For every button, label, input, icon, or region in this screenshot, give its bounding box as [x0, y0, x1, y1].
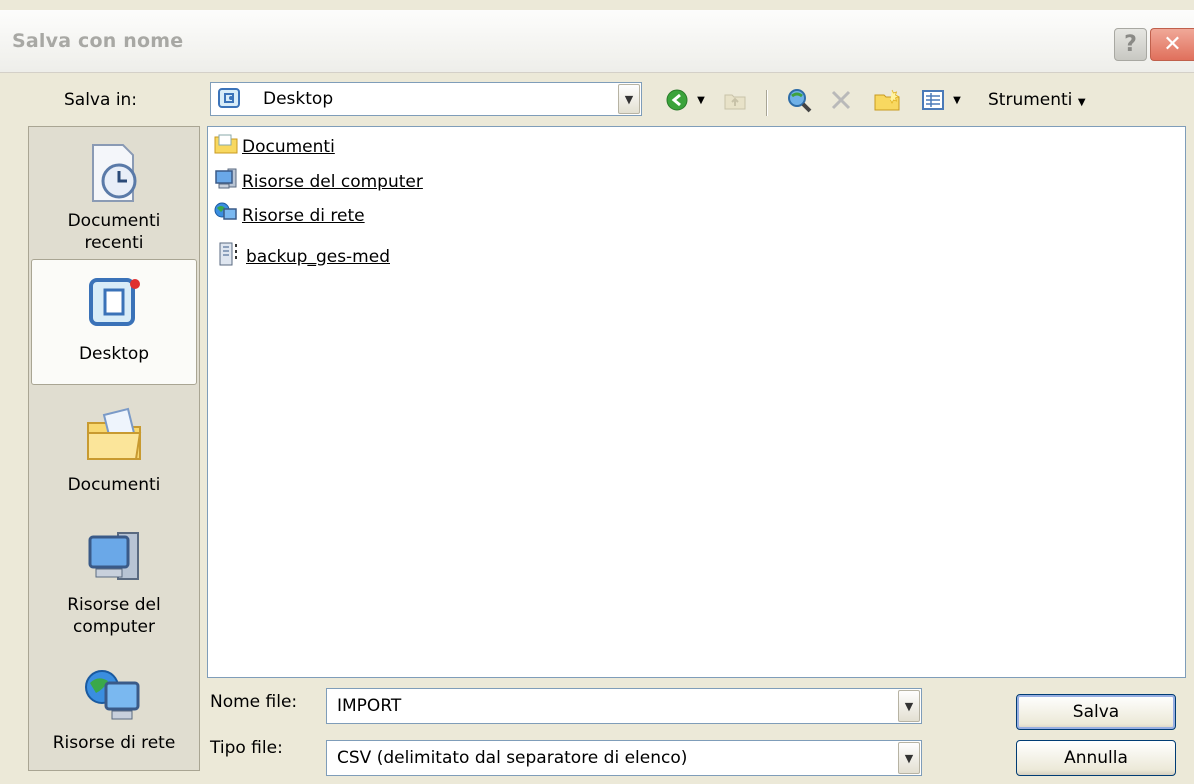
file-name: Documenti [242, 136, 335, 157]
chevron-down-icon[interactable]: ▼ [898, 690, 920, 722]
filetype-value: CSV (delimitato dal separatore di elenco… [337, 748, 688, 768]
place-recent-documents[interactable]: Documenti recenti [29, 135, 199, 261]
help-button[interactable]: ? [1114, 28, 1147, 61]
window-title: Salva con nome [12, 30, 184, 52]
archive-icon [218, 241, 242, 272]
views-dropdown-icon[interactable]: ▼ [950, 90, 964, 110]
back-dropdown-icon[interactable]: ▼ [694, 90, 708, 110]
save-in-label: Salva in: [64, 90, 138, 110]
chevron-down-icon[interactable]: ▼ [898, 742, 920, 774]
place-label: Risorse di rete [52, 733, 176, 753]
filename-label: Nome file: [210, 692, 298, 712]
views-icon[interactable] [918, 86, 948, 114]
filetype-dropdown[interactable]: CSV (delimitato dal separatore di elenco… [326, 740, 922, 776]
folder-documents-icon [214, 133, 238, 160]
save-as-dialog: Salva con nome ? ✕ Salva in: Desktop ▼ ▼… [0, 0, 1194, 784]
save-in-value: Desktop [263, 89, 334, 109]
filetype-label: Tipo file: [210, 738, 283, 758]
network-icon [214, 201, 238, 230]
file-list[interactable]: Documenti Risorse del computer Risorse d… [207, 126, 1186, 678]
tools-menu[interactable]: Strumenti ▼ [988, 90, 1086, 110]
desktop-icon [32, 274, 196, 337]
list-item[interactable]: backup_ges-med [218, 241, 390, 272]
back-arrow-icon[interactable] [662, 86, 692, 114]
cancel-button[interactable]: Annulla [1016, 740, 1176, 776]
new-folder-icon[interactable] [872, 86, 902, 114]
place-desktop[interactable]: Desktop [31, 259, 197, 385]
place-label: recenti [84, 233, 144, 253]
file-name: backup_ges-med [246, 246, 390, 267]
my-documents-icon [29, 405, 199, 470]
desktop-small-icon [217, 87, 243, 116]
my-computer-icon [29, 527, 199, 594]
save-button[interactable]: Salva [1016, 694, 1176, 730]
filename-value[interactable]: IMPORT [337, 689, 401, 723]
save-in-dropdown[interactable]: Desktop ▼ [210, 82, 642, 116]
place-label: Risorse del [67, 595, 161, 615]
place-label: Desktop [78, 344, 150, 364]
list-item[interactable]: Documenti [214, 133, 335, 160]
place-my-documents[interactable]: Documenti [29, 397, 199, 515]
filename-field[interactable]: IMPORT ▼ [326, 688, 922, 724]
places-bar: Documenti recenti Desktop Documenti Riso… [28, 126, 200, 771]
network-places-icon [29, 665, 199, 732]
file-name: Risorse del computer [242, 171, 423, 192]
place-my-computer[interactable]: Risorse del computer [29, 521, 199, 649]
close-button[interactable]: ✕ [1150, 28, 1194, 61]
place-label: computer [73, 617, 155, 637]
delete-icon[interactable] [826, 86, 856, 114]
toolbar-separator [766, 90, 768, 116]
list-item[interactable]: Risorse del computer [214, 167, 423, 196]
place-label: Documenti [67, 475, 161, 495]
list-item[interactable]: Risorse di rete [214, 201, 365, 230]
file-name: Risorse di rete [242, 205, 365, 226]
recent-documents-icon [29, 141, 199, 210]
title-bar[interactable]: Salva con nome ? ✕ [0, 10, 1194, 73]
computer-icon [214, 167, 238, 196]
search-web-icon[interactable] [784, 86, 814, 114]
place-network[interactable]: Risorse di rete [29, 655, 199, 767]
chevron-down-icon[interactable]: ▼ [618, 84, 640, 114]
place-label: Documenti [67, 211, 161, 231]
up-folder-icon[interactable] [720, 86, 750, 114]
